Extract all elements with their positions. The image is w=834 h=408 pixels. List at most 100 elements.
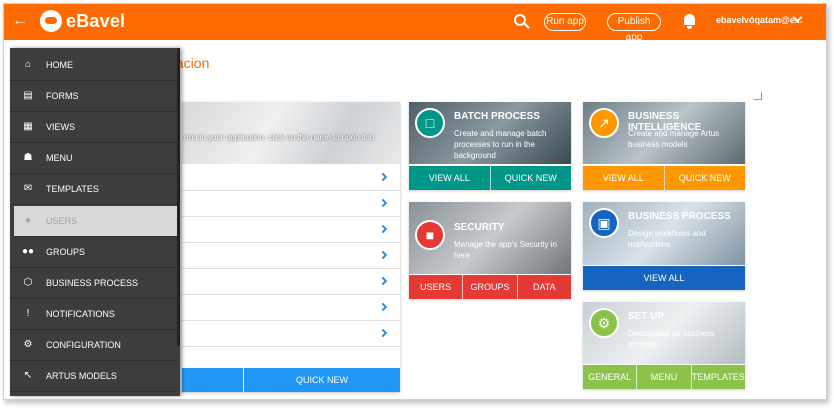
- business-process-icon: ⬡: [23, 277, 33, 288]
- setup-title: SET UP: [628, 311, 665, 322]
- sidebar-item-label: NOTIFICATIONS: [46, 309, 115, 319]
- sidebar-item-label: ARTUS MODELS: [46, 371, 117, 381]
- batch-process-actions: VIEW ALL QUICK NEW: [409, 166, 571, 190]
- security-data-button[interactable]: DATA: [518, 275, 571, 299]
- briefcase-icon: ▣: [589, 208, 619, 238]
- textarea-resize-handle[interactable]: [754, 92, 762, 100]
- sidebar-item-label: CONFIGURATION: [46, 340, 121, 350]
- security-tile: ■ SECURITY Manage the app's Security in …: [409, 202, 571, 299]
- groups-icon: ●●: [22, 246, 35, 257]
- back-arrow-icon[interactable]: ←: [12, 13, 28, 29]
- chevron-right-icon: [378, 250, 388, 260]
- home-icon: ⌂: [24, 59, 32, 70]
- sidebar-item-groups[interactable]: ●● GROUPS: [10, 237, 177, 268]
- forms-card-description: rms in your application, click on the na…: [184, 133, 375, 142]
- form-list-item[interactable]: [182, 192, 400, 217]
- business-process-title: BUSINESS PROCESS: [628, 211, 731, 222]
- sidebar-item-business-process[interactable]: ⬡ BUSINESS PROCESS: [10, 268, 177, 299]
- form-list-item[interactable]: [182, 322, 400, 347]
- sidebar-item-views[interactable]: ▦ VIEWS: [10, 112, 177, 143]
- forms-card-actions: QUICK NEW: [182, 368, 400, 392]
- chevron-right-icon: [378, 198, 388, 208]
- sidebar-item-menu[interactable]: ☗ MENU: [10, 143, 177, 174]
- security-groups-button[interactable]: GROUPS: [463, 275, 518, 299]
- form-list-item[interactable]: [182, 218, 400, 243]
- forms-icon: ▤: [23, 90, 33, 101]
- business-intelligence-actions: VIEW ALL QUICK NEW: [583, 166, 745, 190]
- business-intelligence-description: Create and manage Artus business models: [628, 129, 720, 149]
- sidebar-item-label: TEMPLATES: [46, 184, 99, 194]
- forms-view-all-button[interactable]: [182, 368, 244, 392]
- notifications-icon: !: [26, 308, 30, 319]
- setup-tile: ⚙ SET UP Descripción de business process…: [583, 302, 745, 389]
- batch-process-icon: □: [415, 108, 445, 138]
- business-intelligence-tile: ↗ BUSINESS INTELLIGENCE Create and manag…: [583, 102, 745, 190]
- sidebar-item-users[interactable]: ● USERS: [14, 206, 177, 237]
- publish-app-button[interactable]: Publish app: [607, 13, 661, 43]
- top-bar: ← eBavel Run app Publish app ebavelvóqat…: [4, 4, 826, 43]
- ebavel-logo-icon: [40, 10, 62, 32]
- forms-card: rms in your application, click on the na…: [182, 102, 400, 392]
- users-icon: ●: [24, 215, 32, 226]
- templates-icon: ✉: [23, 183, 33, 194]
- sidebar-item-label: FORMS: [46, 91, 79, 101]
- bell-icon[interactable]: [684, 14, 695, 29]
- sidebar-item-configuration[interactable]: ⚙ CONFIGURATION: [10, 330, 177, 361]
- sidebar-item-label: VIEWS: [46, 122, 76, 132]
- lock-icon: ■: [415, 220, 445, 250]
- sidebar-item-label: BUSINESS PROCESS: [46, 278, 139, 288]
- sidebar-scrollbar[interactable]: [177, 48, 180, 346]
- bi-quick-new-button[interactable]: QUICK NEW: [665, 166, 746, 190]
- security-users-button[interactable]: USERS: [409, 275, 464, 299]
- form-list-item[interactable]: [182, 296, 400, 321]
- setup-general-button[interactable]: GENERAL: [583, 365, 638, 389]
- menu-icon: ☗: [23, 152, 33, 163]
- sidebar-item-label: HOME: [46, 60, 73, 70]
- views-icon: ▦: [23, 121, 33, 132]
- brand-name: eBavel: [66, 11, 126, 31]
- sidebar-item-templates[interactable]: ✉ TEMPLATES: [10, 174, 177, 205]
- business-process-tile: ▣ BUSINESS PROCESS Design workflows and …: [583, 202, 745, 290]
- chevron-right-icon: [378, 224, 388, 234]
- run-app-button[interactable]: Run app: [544, 13, 586, 31]
- forms-quick-new-button[interactable]: QUICK NEW: [244, 368, 400, 392]
- business-process-actions: VIEW ALL: [583, 266, 745, 290]
- setup-templates-button[interactable]: TEMPLATES: [692, 365, 745, 389]
- sidebar-item-artus-models[interactable]: ↖ ARTUS MODELS: [10, 361, 177, 392]
- batch-quick-new-button[interactable]: QUICK NEW: [491, 166, 572, 190]
- configuration-icon: ⚙: [23, 339, 33, 350]
- setup-actions: GENERAL MENU TEMPLATES: [583, 365, 745, 389]
- sidebar-item-label: GROUPS: [46, 247, 86, 257]
- batch-process-tile: □ BATCH PROCESS Create and manage batch …: [409, 102, 571, 190]
- setup-description: Descripción de business process: [628, 329, 715, 349]
- sidebar-item-forms[interactable]: ▤ FORMS: [10, 81, 177, 112]
- business-process-description: Design workflows and notifications: [628, 229, 706, 249]
- sidebar-item-home[interactable]: ⌂ HOME: [10, 50, 177, 81]
- sidebar-item-label: MENU: [46, 153, 73, 163]
- security-title: SECURITY: [454, 222, 505, 233]
- form-list-item[interactable]: [182, 270, 400, 295]
- app-window: ← eBavel Run app Publish app ebavelvóqat…: [3, 3, 827, 400]
- user-account-name[interactable]: ebavelvóqatam@e...: [716, 15, 802, 25]
- sidebar-item-label: USERS: [46, 216, 78, 226]
- chevron-right-icon: [378, 276, 388, 286]
- chevron-right-icon: [378, 328, 388, 338]
- chevron-right-icon: [378, 172, 388, 182]
- bp-view-all-button[interactable]: VIEW ALL: [583, 266, 745, 290]
- batch-process-description: Create and manage batch processes to run…: [454, 129, 547, 160]
- artus-models-icon: ↖: [23, 370, 33, 381]
- batch-process-title: BATCH PROCESS: [454, 111, 540, 122]
- gear-icon: ⚙: [589, 308, 619, 338]
- chart-icon: ↗: [589, 108, 619, 138]
- search-icon[interactable]: [514, 14, 526, 26]
- chevron-right-icon: [378, 302, 388, 312]
- setup-menu-button[interactable]: MENU: [637, 365, 692, 389]
- security-actions: USERS GROUPS DATA: [409, 275, 571, 299]
- bi-view-all-button[interactable]: VIEW ALL: [583, 166, 665, 190]
- batch-view-all-button[interactable]: VIEW ALL: [409, 166, 491, 190]
- security-description: Manage the app's Security in here: [454, 240, 557, 260]
- sidebar-item-notifications[interactable]: ! NOTIFICATIONS: [10, 299, 177, 330]
- sidebar-menu: ⌂ HOME ▤ FORMS ▦ VIEWS ☗ MENU ✉ TEMPLATE…: [10, 48, 180, 396]
- form-list-item[interactable]: [182, 244, 400, 269]
- form-list-item[interactable]: [182, 166, 400, 191]
